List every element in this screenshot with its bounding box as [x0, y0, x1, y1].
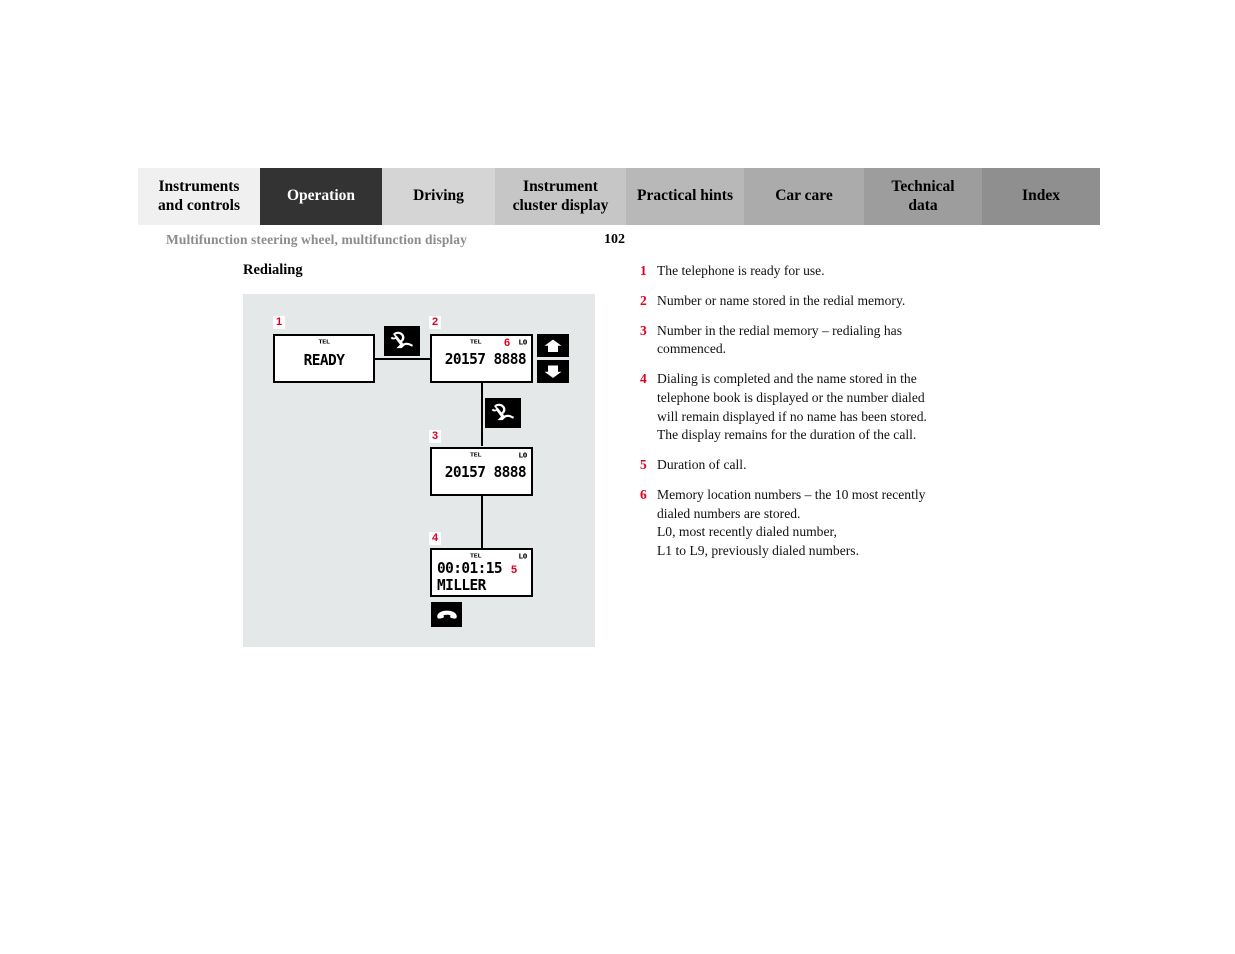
- phone-handset-down-icon: [431, 602, 462, 627]
- legend-number: 2: [640, 292, 647, 308]
- callout-3: 3: [429, 430, 442, 443]
- legend-number: 3: [640, 322, 647, 338]
- scroll-down-button[interactable]: [537, 360, 569, 383]
- lcd-tel-indicator: TEL: [469, 552, 482, 560]
- redialing-flow-diagram: 1 TEL READY 2 TEL 6 L0 20157 8888 3 TEL …: [243, 294, 595, 647]
- chapter-tab-bar: Instruments and controls Operation Drivi…: [138, 168, 1100, 225]
- legend-description: Dialing is completed and the name stored…: [657, 371, 927, 443]
- tab-label: Instruments and controls: [158, 178, 240, 214]
- tab-label: Car care: [775, 187, 833, 205]
- tab-label: Index: [1022, 187, 1060, 205]
- lcd-line-1: READY: [303, 352, 345, 370]
- list-item: 5 Duration of call.: [640, 456, 1000, 475]
- tab-technical-data[interactable]: Technical data: [864, 168, 982, 225]
- handset-lifted-glyph: [491, 403, 514, 421]
- legend-number: 1: [640, 263, 647, 278]
- page-title: Redialing: [243, 262, 303, 278]
- lcd-screen-4: TEL L0 00:01:15 5 MILLER: [430, 548, 533, 597]
- page-number: 102: [604, 232, 625, 247]
- lcd-screen-2: TEL 6 L0 20157 8888: [430, 334, 533, 383]
- running-head: Multifunction steering wheel, multifunct…: [166, 232, 467, 247]
- lcd-memory-slot: L0: [518, 451, 527, 460]
- lcd-tel-indicator: TEL: [469, 338, 482, 346]
- legend-description: Memory location numbers – the 10 most re…: [657, 486, 926, 558]
- tab-instruments-and-controls[interactable]: Instruments and controls: [138, 168, 260, 225]
- phone-handset-lifted-icon-2: [485, 398, 521, 428]
- connector-3-to-4: [481, 490, 483, 549]
- callout-6: 6: [504, 337, 511, 349]
- connector-2-to-3: [481, 383, 483, 446]
- callout-1: 1: [273, 316, 286, 329]
- scroll-up-button[interactable]: [537, 334, 569, 357]
- callout-5: 5: [511, 564, 518, 576]
- lcd-screen-3: TEL L0 20157 8888: [430, 447, 533, 496]
- lcd-memory-slot: L0: [518, 338, 527, 347]
- arrow-up-icon: [542, 337, 564, 353]
- lcd-screen-1: TEL READY: [273, 334, 375, 383]
- list-item: 2 Number or name stored in the redial me…: [640, 292, 1000, 311]
- legend-description: Number in the redial memory – redialing …: [657, 322, 902, 357]
- legend-number: 5: [640, 457, 647, 472]
- tab-practical-hints[interactable]: Practical hints: [626, 168, 744, 225]
- arrow-down-icon: [542, 364, 564, 379]
- tab-instrument-cluster-display[interactable]: Instrument cluster display: [495, 168, 626, 225]
- tab-label: Technical data: [891, 178, 955, 214]
- lcd-tel-indicator: TEL: [318, 338, 330, 346]
- handset-down-glyph: [436, 610, 457, 619]
- list-item: 1 The telephone is ready for use.: [640, 262, 1000, 281]
- lcd-line-1: 20157 8888: [444, 351, 527, 369]
- lcd-caller-name: MILLER: [437, 577, 486, 595]
- tab-index[interactable]: Index: [982, 168, 1100, 225]
- tab-operation[interactable]: Operation: [260, 168, 382, 225]
- lcd-tel-indicator: TEL: [469, 451, 482, 459]
- tab-driving[interactable]: Driving: [382, 168, 495, 225]
- legend-number: 6: [640, 486, 647, 502]
- figure-legend: 1 The telephone is ready for use. 2 Numb…: [640, 262, 1000, 572]
- tab-car-care[interactable]: Car care: [744, 168, 864, 225]
- tab-label: Driving: [413, 187, 464, 205]
- callout-2: 2: [429, 316, 442, 329]
- list-item: 4 Dialing is completed and the name stor…: [640, 370, 1000, 445]
- phone-handset-lifted-icon: [384, 326, 420, 356]
- lcd-call-duration: 00:01:15: [437, 560, 503, 578]
- legend-description: Number or name stored in the redial memo…: [657, 292, 906, 308]
- lcd-line-1: 20157 8888: [444, 464, 527, 482]
- legend-number: 4: [640, 371, 647, 386]
- handset-lifted-glyph: [390, 331, 413, 349]
- tab-label: Instrument cluster display: [512, 178, 609, 214]
- tab-label: Practical hints: [637, 187, 733, 205]
- list-item: 3 Number in the redial memory – redialin…: [640, 322, 1000, 360]
- legend-description: Duration of call.: [657, 457, 747, 472]
- list-item: 6 Memory location numbers – the 10 most …: [640, 486, 1000, 561]
- legend-description: The telephone is ready for use.: [657, 263, 825, 278]
- tab-label: Operation: [286, 187, 356, 205]
- lcd-memory-slot: L0: [518, 552, 527, 561]
- callout-4: 4: [429, 532, 442, 545]
